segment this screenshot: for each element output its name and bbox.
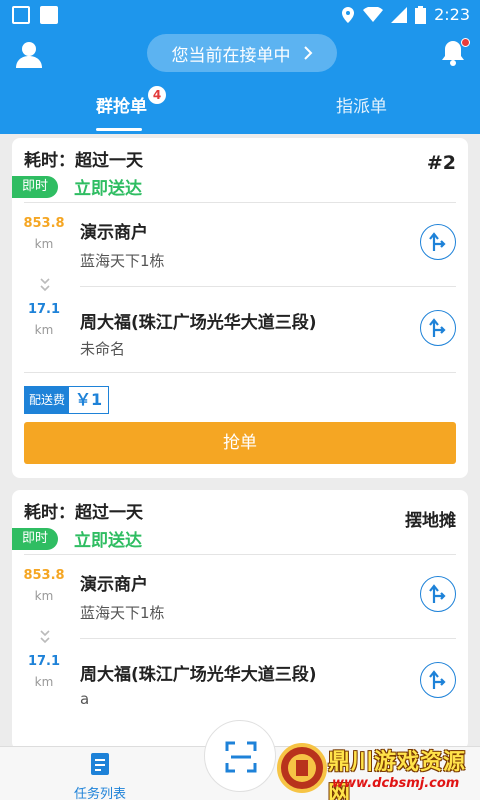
pickup-distance-value: 853.8 [23, 568, 65, 583]
battery-icon [415, 5, 427, 24]
grab-order-button[interactable]: 抢单 [24, 422, 456, 464]
dropoff-distance-unit: km [34, 323, 54, 337]
navigate-button[interactable] [420, 576, 456, 612]
dropoff-name: 周大福(珠江广场光华大道三段) [80, 665, 317, 685]
delivery-fee-label: 配送费 [25, 387, 70, 413]
navigate-arrow-icon [429, 584, 446, 603]
clock: 2:23 [434, 5, 470, 24]
location-icon [342, 6, 355, 23]
work-status-pill[interactable]: 您当前在接单中 [147, 34, 337, 72]
status-bar: 2:23 [0, 0, 480, 30]
dropoff-address: 未命名 [80, 340, 126, 358]
order-card[interactable]: 耗时：超过一天 #2 即时 立即送达 853.8 km 演示商户 蓝海天下1栋 … [12, 138, 468, 478]
work-status-text: 您当前在接单中 [171, 45, 291, 66]
dropoff-distance: 17.1 km [18, 302, 70, 337]
image-notification-icon [12, 6, 30, 24]
wifi-icon [363, 6, 384, 22]
signal-icon [391, 6, 408, 23]
chevron-right-icon [303, 46, 312, 60]
divider [80, 638, 456, 639]
pickup-stop: 853.8 km 演示商户 蓝海天下1栋 [12, 204, 468, 284]
app-notification-icon [40, 6, 58, 24]
dropoff-stop: 17.1 km 周大福(珠江广场光华大道三段) a [12, 640, 468, 720]
divider [24, 554, 456, 555]
dropoff-distance-value: 17.1 [27, 302, 61, 317]
task-list-icon [91, 753, 109, 775]
tab-group-grab[interactable]: 群抢单 [96, 92, 147, 117]
watermark-logo-icon [277, 743, 327, 793]
instant-badge: 即时 [12, 528, 58, 550]
pickup-distance-value: 853.8 [23, 216, 65, 231]
scan-button[interactable] [204, 720, 276, 792]
watermark-title: 鼎川游戏资源网 [328, 750, 467, 800]
divider [24, 372, 456, 373]
notification-dot [461, 38, 470, 47]
pickup-address: 蓝海天下1栋 [80, 604, 165, 622]
elapsed-time-label: 耗时：超过一天 [24, 151, 143, 171]
dropoff-distance-value: 17.1 [27, 654, 61, 669]
pickup-distance-unit: km [34, 589, 54, 603]
delivery-time-text: 立即送达 [74, 179, 142, 199]
navigate-arrow-icon [429, 670, 446, 689]
divider [80, 286, 456, 287]
order-tag: #2 [426, 152, 456, 174]
pickup-address: 蓝海天下1栋 [80, 252, 165, 270]
pickup-distance: 853.8 km [18, 216, 70, 251]
tab-assigned[interactable]: 指派单 [336, 92, 387, 117]
dropoff-name: 周大福(珠江广场光华大道三段) [80, 313, 317, 333]
navigate-arrow-icon [429, 318, 446, 337]
pickup-distance-unit: km [34, 237, 54, 251]
divider [24, 202, 456, 203]
dropoff-address: a [80, 690, 90, 708]
order-tag: 摆地摊 [405, 511, 456, 531]
dropoff-stop: 17.1 km 周大福(珠江广场光华大道三段) 未命名 [12, 288, 468, 368]
pickup-name: 演示商户 [80, 575, 148, 595]
watermark-url: www.dcbsmj.com [332, 776, 460, 791]
app-header: 您当前在接单中 群抢单 4 指派单 [0, 30, 480, 134]
delivery-fee: 配送费 ￥1 [24, 386, 110, 414]
nav-task-list[interactable]: 任务列表 [68, 751, 132, 800]
pickup-distance: 853.8 km [18, 568, 70, 603]
delivery-fee-value: ￥1 [75, 390, 103, 409]
tab-badge-count: 4 [148, 86, 166, 104]
user-profile-icon[interactable] [14, 40, 44, 70]
navigate-button[interactable] [420, 662, 456, 698]
nav-task-list-label: 任务列表 [73, 787, 126, 800]
site-watermark: 鼎川游戏资源网 www.dcbsmj.com [270, 738, 480, 800]
dropoff-distance-unit: km [34, 675, 54, 689]
order-card[interactable]: 耗时：超过一天 摆地摊 即时 立即送达 853.8 km 演示商户 蓝海天下1栋… [12, 490, 468, 750]
active-tab-indicator [96, 128, 142, 131]
pickup-name: 演示商户 [80, 223, 148, 243]
elapsed-time-label: 耗时：超过一天 [24, 503, 143, 523]
navigate-button[interactable] [420, 310, 456, 346]
navigate-button[interactable] [420, 224, 456, 260]
pickup-stop: 853.8 km 演示商户 蓝海天下1栋 [12, 556, 468, 636]
navigate-arrow-icon [429, 232, 446, 251]
order-tabs: 群抢单 4 指派单 [0, 86, 480, 134]
delivery-time-text: 立即送达 [74, 531, 142, 551]
dropoff-distance: 17.1 km [18, 654, 70, 689]
instant-badge: 即时 [12, 176, 58, 198]
scan-icon [225, 741, 257, 773]
